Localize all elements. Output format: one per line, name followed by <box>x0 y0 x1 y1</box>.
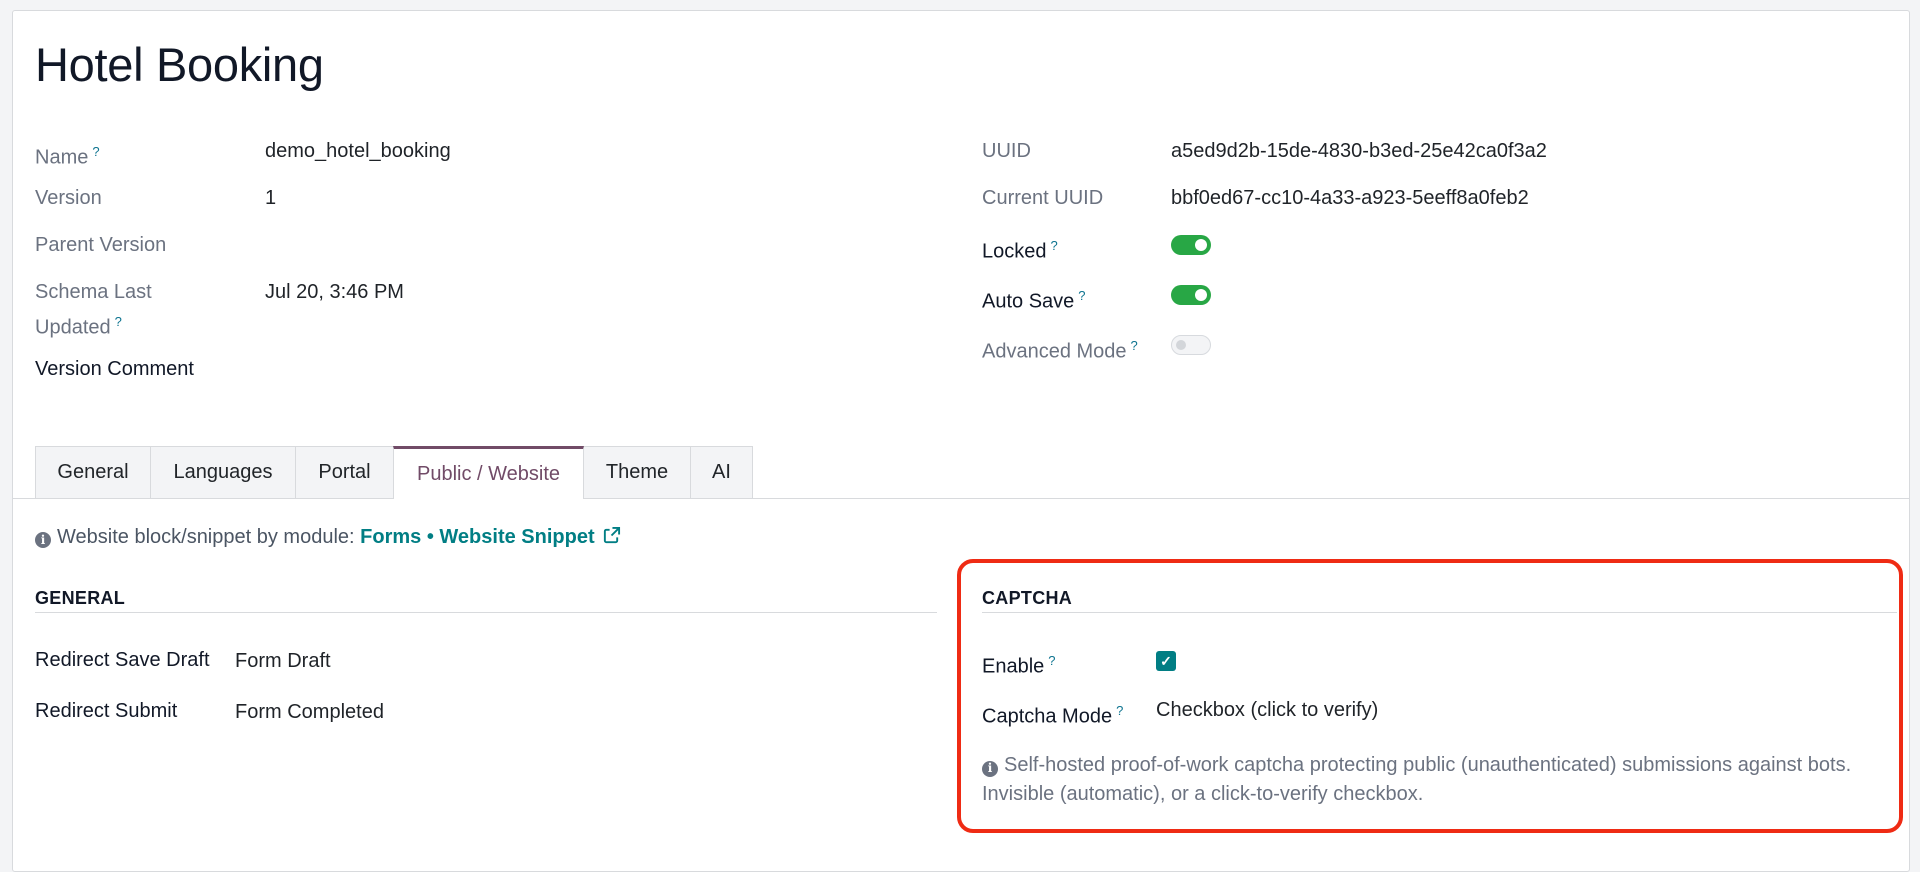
website-snippet-module-link[interactable]: Website Snippet <box>439 526 594 548</box>
advanced-mode-toggle[interactable] <box>1171 335 1211 355</box>
record-title: Hotel Booking <box>35 38 324 91</box>
name-label: Name? <box>35 144 100 169</box>
tab-ai[interactable]: AI <box>690 446 753 498</box>
auto-save-label: Auto Save? <box>982 288 1086 313</box>
tabs-divider <box>13 498 1909 499</box>
locked-toggle[interactable] <box>1171 235 1211 255</box>
module-separator: • <box>426 526 434 548</box>
tab-theme[interactable]: Theme <box>583 446 691 498</box>
uuid-label: UUID <box>982 140 1031 162</box>
version-value: 1 <box>265 187 277 209</box>
redirect-save-draft-label: Redirect Save Draft <box>35 649 210 671</box>
info-icon: i <box>35 532 51 548</box>
forms-module-link[interactable]: Forms <box>360 526 421 548</box>
tab-portal[interactable]: Portal <box>295 446 394 498</box>
external-link-icon[interactable] <box>602 526 621 545</box>
schema-last-updated-label: Schema Last Updated? <box>35 281 152 339</box>
locked-help-icon[interactable]: ? <box>1051 238 1058 253</box>
general-section-rule <box>35 612 937 613</box>
schema-help-icon[interactable]: ? <box>115 314 122 329</box>
current-uuid-label: Current UUID <box>982 187 1104 209</box>
version-comment-label: Version Comment <box>35 358 194 380</box>
captcha-highlight-box <box>957 559 1903 833</box>
locked-label: Locked? <box>982 238 1058 263</box>
current-uuid-value: bbf0ed67-cc10-4a33-a923-5eeff8a0feb2 <box>1171 187 1529 209</box>
name-help-icon[interactable]: ? <box>92 144 99 159</box>
module-info-prefix: Website block/snippet by module: <box>57 526 355 548</box>
tab-general[interactable]: General <box>35 446 151 498</box>
schema-last-updated-value: Jul 20, 3:46 PM <box>265 281 404 303</box>
advanced-mode-help-icon[interactable]: ? <box>1131 338 1138 353</box>
advanced-mode-label: Advanced Mode? <box>982 338 1138 363</box>
uuid-value: a5ed9d2b-15de-4830-b3ed-25e42ca0f3a2 <box>1171 140 1547 162</box>
tab-languages[interactable]: Languages <box>150 446 296 498</box>
auto-save-toggle[interactable] <box>1171 285 1211 305</box>
redirect-submit-label: Redirect Submit <box>35 700 178 722</box>
redirect-save-draft-value[interactable]: Form Draft <box>235 647 331 676</box>
name-value: demo_hotel_booking <box>265 140 451 162</box>
general-section-heading: GENERAL <box>35 588 126 608</box>
parent-version-label: Parent Version <box>35 234 167 256</box>
auto-save-help-icon[interactable]: ? <box>1078 288 1085 303</box>
tab-public-website[interactable]: Public / Website <box>393 446 584 499</box>
redirect-submit-value[interactable]: Form Completed <box>235 698 384 727</box>
form-sheet: Hotel Booking Name? demo_hotel_booking V… <box>12 10 1910 872</box>
module-info-line: i Website block/snippet by module: Forms … <box>35 526 621 549</box>
version-label: Version <box>35 187 102 209</box>
